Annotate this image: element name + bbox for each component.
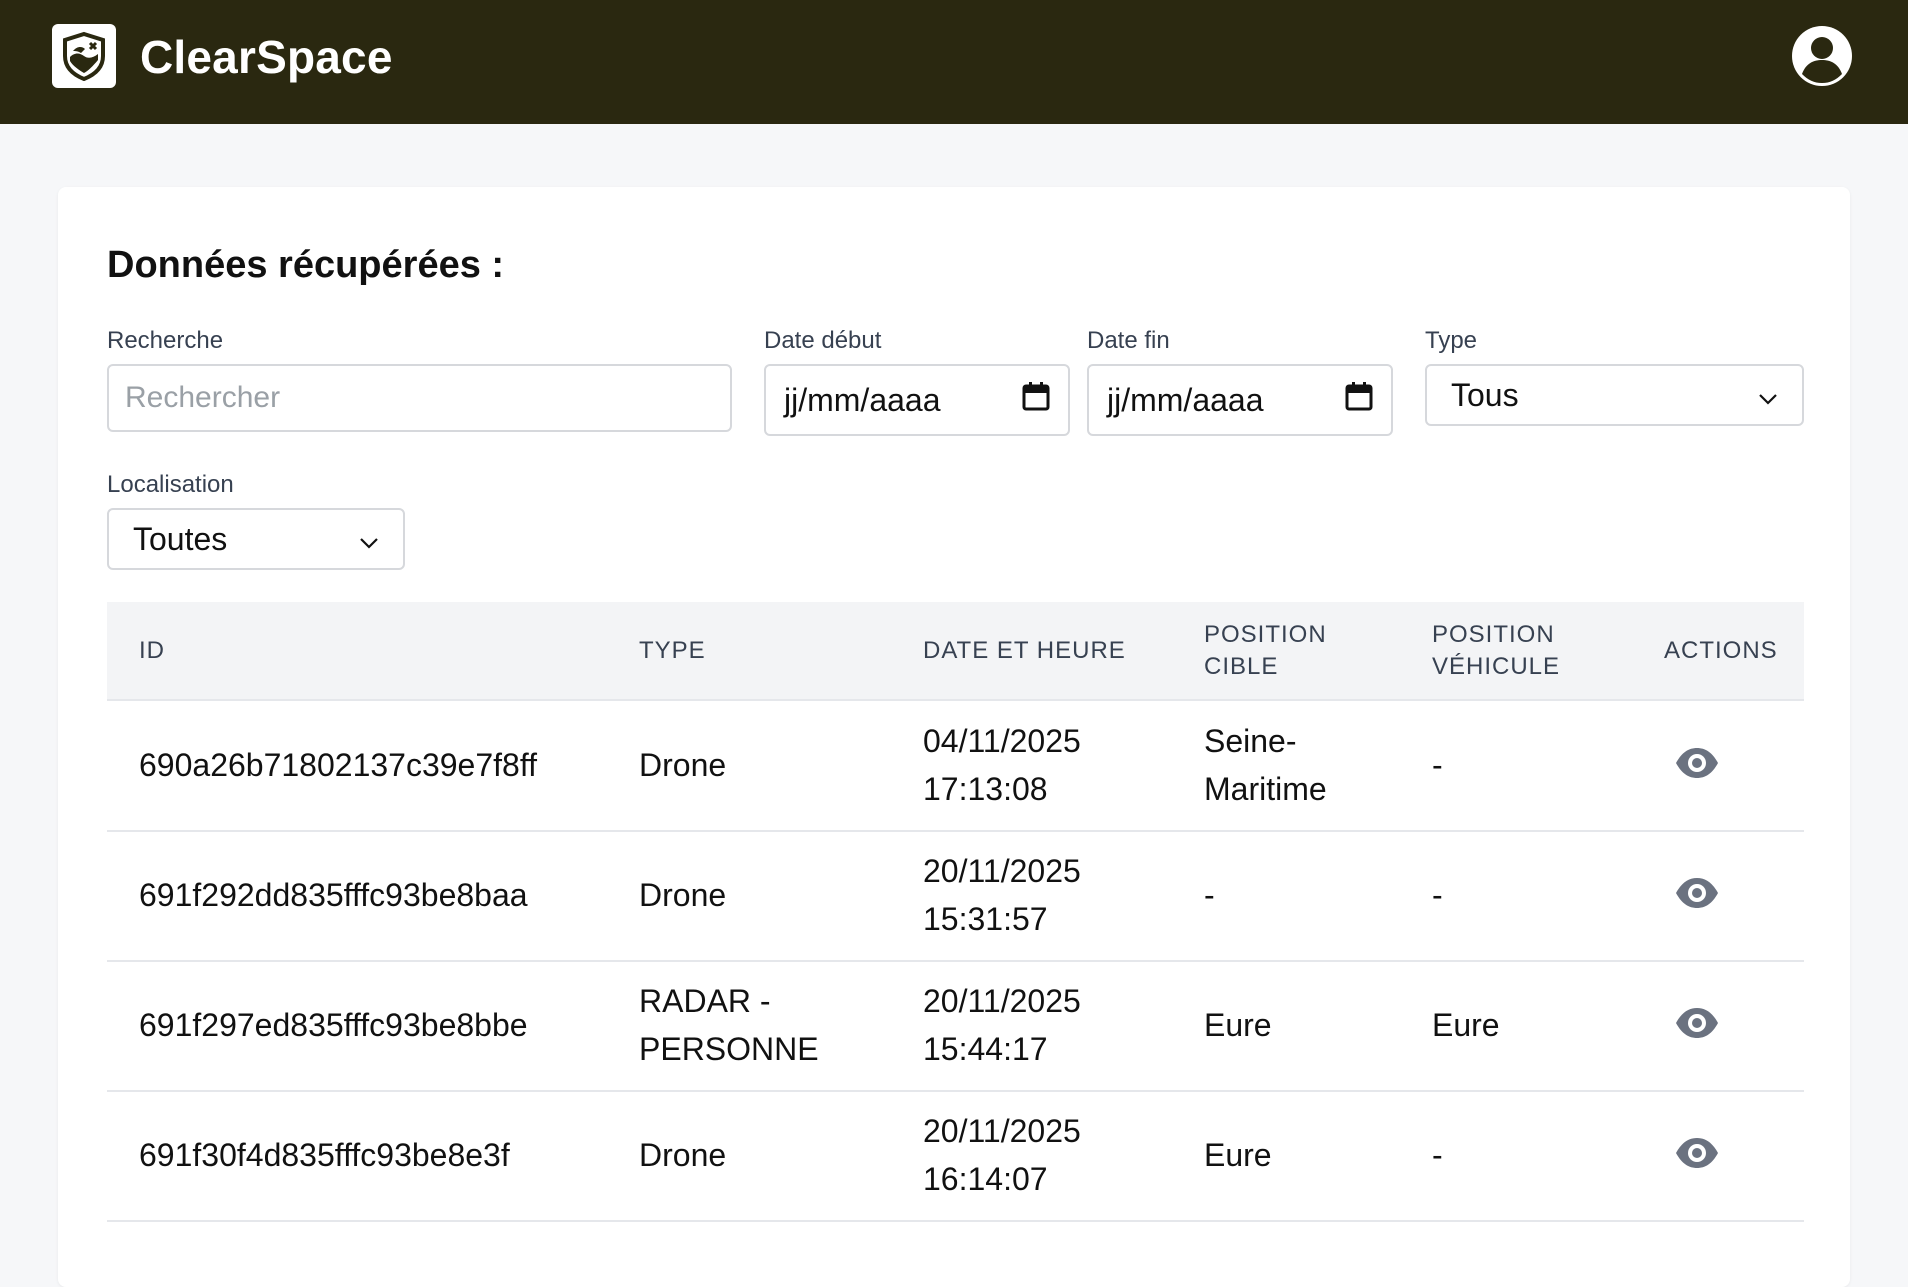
- cell-date: 04/11/2025: [923, 723, 1081, 759]
- column-header-position-vehicule[interactable]: POSITION VÉHICULE: [1432, 619, 1560, 683]
- location-select[interactable]: Toutes: [107, 508, 405, 570]
- table-row[interactable]: 691f30f4d835fffc93be8e3f Drone 20/11/202…: [107, 1090, 1804, 1222]
- cell-type: Drone: [639, 747, 727, 783]
- cell-position-vehicule: Eure: [1432, 1007, 1500, 1043]
- search-input[interactable]: Rechercher: [107, 364, 732, 432]
- type-label: Type: [1425, 327, 1478, 354]
- column-header-line: VÉHICULE: [1432, 653, 1561, 680]
- cell-position-vehicule: -: [1432, 747, 1443, 783]
- cell-time: 15:31:57: [923, 901, 1048, 937]
- column-header-line: POSITION: [1204, 621, 1327, 648]
- app-title[interactable]: ClearSpace: [140, 30, 393, 84]
- top-navbar: ClearSpace: [0, 0, 1908, 124]
- date-end-value: jj/mm/aaaa: [1107, 381, 1264, 418]
- type-select-value: Tous: [1451, 376, 1519, 413]
- eye-icon[interactable]: [1674, 876, 1720, 915]
- chevron-down-icon: [359, 521, 379, 558]
- column-header-line: POSITION: [1432, 621, 1555, 648]
- cell-time: 17:13:08: [923, 771, 1048, 807]
- user-avatar-icon[interactable]: [1790, 24, 1854, 88]
- cell-id: 690a26b71802137c39e7f8ff: [139, 747, 538, 783]
- table-row[interactable]: 691f292dd835fffc93be8baa Drone 20/11/202…: [107, 830, 1804, 962]
- eye-icon[interactable]: [1674, 746, 1720, 785]
- table-row[interactable]: 691f297ed835fffc93be8bbe RADAR - PERSONN…: [107, 960, 1804, 1092]
- date-end-label: Date fin: [1087, 327, 1170, 354]
- location-select-value: Toutes: [133, 520, 228, 557]
- calendar-icon[interactable]: [1022, 381, 1050, 419]
- cell-position-cible: Eure: [1204, 1007, 1272, 1043]
- cell-date: 20/11/2025: [923, 1113, 1081, 1149]
- cell-position-cible: Eure: [1204, 1137, 1272, 1173]
- cell-line: PERSONNE: [639, 1031, 819, 1067]
- date-end-input[interactable]: jj/mm/aaaa: [1087, 364, 1393, 436]
- chevron-down-icon: [1758, 377, 1778, 414]
- column-header-line: CIBLE: [1204, 653, 1279, 680]
- column-header-date[interactable]: DATE ET HEURE: [923, 635, 1126, 667]
- search-label: Recherche: [107, 327, 224, 354]
- cell-datetime: 04/11/2025 17:13:08: [923, 717, 1081, 813]
- cell-datetime: 20/11/2025 15:31:57: [923, 847, 1081, 943]
- eye-icon[interactable]: [1674, 1136, 1720, 1175]
- cell-type: Drone: [639, 1137, 727, 1173]
- column-header-actions: ACTIONS: [1664, 637, 1778, 664]
- cell-position-cible: Seine- Maritime: [1204, 717, 1327, 813]
- page-title: Données récupérées :: [107, 244, 505, 286]
- shield-logo-icon[interactable]: [52, 24, 116, 88]
- cell-position-vehicule: -: [1432, 1137, 1443, 1173]
- date-start-label: Date début: [764, 327, 882, 354]
- cell-id: 691f292dd835fffc93be8baa: [139, 877, 528, 913]
- cell-datetime: 20/11/2025 16:14:07: [923, 1107, 1081, 1203]
- cell-time: 16:14:07: [923, 1161, 1048, 1197]
- table-header: ID TYPE DATE ET HEURE POSITION CIBLE POS…: [107, 602, 1804, 701]
- table-row[interactable]: 690a26b71802137c39e7f8ff Drone 04/11/202…: [107, 700, 1804, 832]
- column-header-type[interactable]: TYPE: [639, 635, 706, 667]
- location-label: Localisation: [107, 471, 234, 498]
- cell-date: 20/11/2025: [923, 983, 1081, 1019]
- cell-id: 691f297ed835fffc93be8bbe: [139, 1007, 528, 1043]
- cell-line: Maritime: [1204, 771, 1327, 807]
- date-start-value: jj/mm/aaaa: [784, 381, 941, 418]
- type-select[interactable]: Tous: [1425, 364, 1804, 426]
- eye-icon[interactable]: [1674, 1006, 1720, 1045]
- cell-type: RADAR - PERSONNE: [639, 977, 819, 1073]
- cell-line: Seine-: [1204, 723, 1297, 759]
- cell-time: 15:44:17: [923, 1031, 1048, 1067]
- column-header-position-cible[interactable]: POSITION CIBLE: [1204, 619, 1327, 683]
- column-header-id[interactable]: ID: [139, 635, 165, 667]
- cell-position-cible: -: [1204, 877, 1215, 913]
- cell-type: Drone: [639, 877, 727, 913]
- cell-id: 691f30f4d835fffc93be8e3f: [139, 1137, 510, 1173]
- search-placeholder: Rechercher: [125, 381, 281, 414]
- date-start-input[interactable]: jj/mm/aaaa: [764, 364, 1070, 436]
- calendar-icon[interactable]: [1345, 381, 1373, 419]
- cell-line: RADAR -: [639, 983, 771, 1019]
- cell-date: 20/11/2025: [923, 853, 1081, 889]
- cell-position-vehicule: -: [1432, 877, 1443, 913]
- cell-datetime: 20/11/2025 15:44:17: [923, 977, 1081, 1073]
